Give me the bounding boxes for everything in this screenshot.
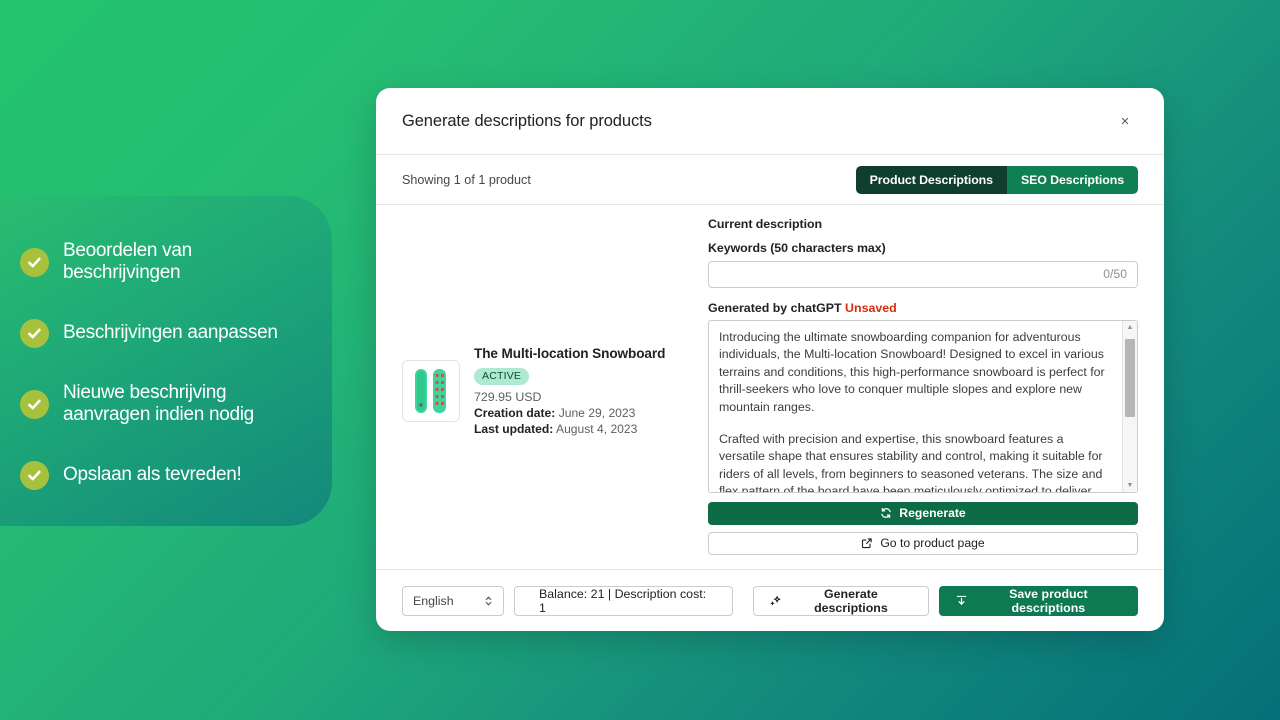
check-icon bbox=[20, 389, 49, 419]
description-pane: Current description Keywords (50 charact… bbox=[702, 217, 1138, 555]
feature-item-label: Beschrijvingen aanpassen bbox=[63, 322, 278, 344]
keywords-counter: 0/50 bbox=[1103, 267, 1127, 282]
product-info: The Multi-location Snowboard ACTIVE 729.… bbox=[474, 346, 665, 436]
feature-item-label: Nieuwe beschrijving aanvragen indien nod… bbox=[63, 382, 254, 426]
tab-seo-descriptions[interactable]: SEO Descriptions bbox=[1006, 165, 1138, 194]
description-paragraph: Crafted with precision and expertise, th… bbox=[719, 431, 1103, 493]
go-to-product-page-button[interactable]: Go to product page bbox=[708, 531, 1138, 555]
modal-body: The Multi-location Snowboard ACTIVE 729.… bbox=[376, 205, 1164, 555]
feature-highlight-card: Beoordelen van beschrijvingen Beschrijvi… bbox=[0, 196, 332, 526]
balance-info: Balance: 21 | Description cost: 1 bbox=[514, 585, 734, 616]
unsaved-status-flag: Unsaved bbox=[845, 300, 897, 315]
save-product-descriptions-button[interactable]: Save product descriptions bbox=[938, 585, 1139, 616]
last-updated-row: Last updated: August 4, 2023 bbox=[474, 422, 665, 436]
last-updated-value: August 4, 2023 bbox=[556, 422, 638, 436]
last-updated-label: Last updated: bbox=[474, 422, 554, 436]
tab-group: Product Descriptions SEO Descriptions bbox=[855, 165, 1138, 194]
external-link-icon bbox=[861, 537, 873, 549]
product-summary: The Multi-location Snowboard ACTIVE 729.… bbox=[402, 217, 702, 555]
page-title: Generate descriptions for products bbox=[402, 111, 652, 130]
download-icon bbox=[955, 594, 968, 607]
generated-description-text[interactable]: Introducing the ultimate snowboarding co… bbox=[709, 321, 1122, 492]
current-description-label: Current description bbox=[708, 217, 823, 231]
language-select[interactable]: English bbox=[402, 585, 505, 616]
sparkle-icon bbox=[769, 594, 782, 607]
keywords-field-wrapper[interactable]: 0/50 bbox=[708, 261, 1138, 288]
product-name: The Multi-location Snowboard bbox=[474, 346, 666, 361]
check-icon bbox=[20, 318, 49, 348]
status-badge: ACTIVE bbox=[474, 368, 530, 385]
description-scrollbar[interactable]: ▲ ▼ bbox=[1122, 320, 1137, 493]
modal-footer: English Balance: 21 | Description cost: … bbox=[376, 569, 1164, 631]
check-icon bbox=[20, 461, 49, 490]
generate-descriptions-modal: Generate descriptions for products × Sho… bbox=[376, 88, 1164, 631]
product-price: 729.95 USD bbox=[474, 390, 542, 404]
generated-by-label: Generated by chatGPT Unsaved bbox=[708, 301, 1138, 315]
modal-header: Generate descriptions for products × bbox=[376, 88, 1164, 155]
generate-descriptions-button[interactable]: Generate descriptions bbox=[753, 585, 929, 616]
scroll-up-icon[interactable]: ▲ bbox=[1123, 321, 1137, 335]
feature-item: Beschrijvingen aanpassen bbox=[20, 318, 304, 348]
refresh-icon bbox=[880, 507, 892, 519]
generate-descriptions-label: Generate descriptions bbox=[814, 586, 888, 615]
check-icon bbox=[20, 247, 49, 277]
save-product-descriptions-label: Save product descriptions bbox=[1009, 586, 1088, 615]
feature-item: Opslaan als tevreden! bbox=[20, 461, 304, 490]
feature-item-label: Opslaan als tevreden! bbox=[63, 464, 242, 486]
description-paragraph: Introducing the ultimate snowboarding co… bbox=[719, 329, 1105, 414]
feature-item: Beoordelen van beschrijvingen bbox=[20, 240, 304, 284]
regenerate-button[interactable]: Regenerate bbox=[708, 502, 1138, 525]
close-icon[interactable]: × bbox=[1112, 108, 1138, 134]
generated-description-textarea[interactable]: Introducing the ultimate snowboarding co… bbox=[708, 319, 1138, 494]
showing-count-label: Showing 1 of 1 product bbox=[402, 172, 531, 187]
creation-date-label: Creation date: bbox=[474, 406, 556, 420]
regenerate-label: Regenerate bbox=[899, 506, 966, 521]
generated-by-text: Generated by chatGPT bbox=[708, 300, 842, 315]
creation-date-row: Creation date: June 29, 2023 bbox=[474, 406, 665, 420]
modal-subbar: Showing 1 of 1 product Product Descripti… bbox=[376, 155, 1164, 205]
keywords-label: Keywords (50 characters max) bbox=[708, 241, 886, 255]
creation-date-value: June 29, 2023 bbox=[558, 406, 636, 420]
language-select-value: English bbox=[413, 593, 454, 608]
scroll-down-icon[interactable]: ▼ bbox=[1123, 478, 1137, 492]
feature-item: Nieuwe beschrijving aanvragen indien nod… bbox=[20, 382, 304, 426]
go-to-product-page-label: Go to product page bbox=[880, 536, 985, 551]
chevron-updown-icon bbox=[484, 594, 493, 608]
snowboard-product-image[interactable] bbox=[402, 360, 460, 422]
scrollbar-thumb[interactable] bbox=[1125, 338, 1135, 417]
keywords-input[interactable] bbox=[719, 267, 1096, 282]
feature-item-label: Beoordelen van beschrijvingen bbox=[63, 240, 192, 284]
tab-product-descriptions[interactable]: Product Descriptions bbox=[855, 165, 1007, 194]
